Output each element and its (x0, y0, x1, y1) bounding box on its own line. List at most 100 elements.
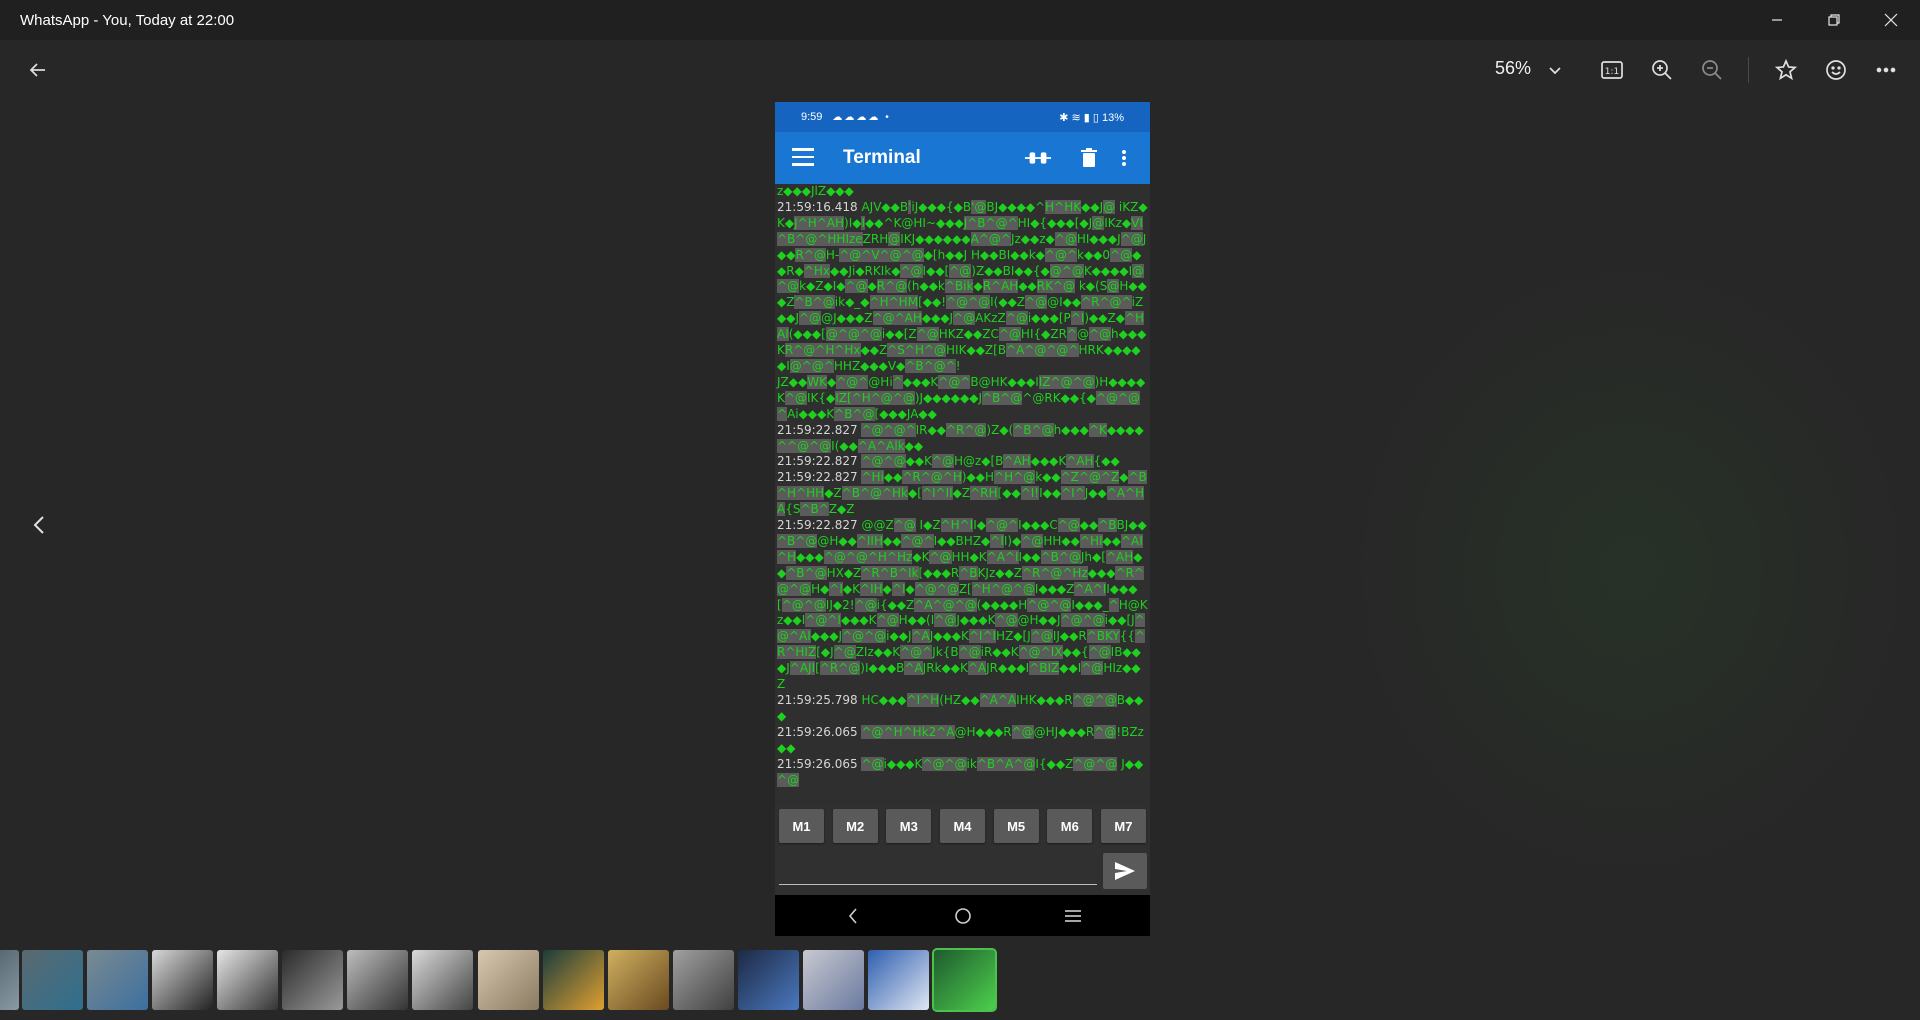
minimize-button[interactable] (1752, 0, 1802, 40)
terminal-data: )I◆ (844, 215, 862, 230)
terminal-data: ^@ (1057, 518, 1080, 533)
actual-size-button[interactable]: 1:1 (1594, 52, 1630, 88)
thumbnail[interactable] (543, 950, 604, 1010)
terminal-data: IKz◆ (1104, 215, 1132, 230)
thumbnail[interactable] (0, 950, 19, 1010)
terminal-data: HI◆◆◆J (1076, 231, 1121, 246)
connect-icon[interactable] (1024, 146, 1052, 170)
thumbnail[interactable] (608, 950, 669, 1010)
message-input[interactable] (779, 884, 1097, 885)
terminal-data: )J◆◆◆◆◆◆J (914, 390, 982, 405)
terminal-output[interactable]: z◆◆◆JlZ◆◆◆ 21:59:16.418 AJV◆◆B'iJ◆◆◆{◆B'@… (775, 184, 1150, 804)
terminal-data: AJV◆◆B (857, 199, 909, 214)
terminal-data: ^H^@^@ (971, 581, 1035, 596)
terminal-data: ◆◆Z◆ (1089, 311, 1125, 326)
terminal-data: ^@^ (900, 645, 933, 660)
thumbnail[interactable] (478, 950, 539, 1010)
terminal-data: ^@^I (805, 613, 841, 628)
macro-button-m3[interactable]: M3 (886, 809, 932, 843)
terminal-data: ◆K (912, 549, 930, 564)
react-button[interactable] (1818, 52, 1854, 88)
terminal-data: ^I^ (1061, 486, 1085, 501)
close-icon (1884, 13, 1898, 27)
terminal-data: ^@ (1110, 247, 1133, 262)
previous-image-button[interactable] (24, 510, 54, 540)
terminal-data: I◆◆BHZ◆ (933, 533, 991, 548)
thumbnail[interactable] (803, 950, 864, 1010)
terminal-data: ^@ (1030, 629, 1053, 644)
thumbnail[interactable] (22, 950, 83, 1010)
macro-button-m1[interactable]: M1 (779, 809, 824, 843)
nav-back-icon[interactable] (843, 907, 863, 925)
terminal-data: ^@ (953, 311, 976, 326)
terminal-data: i◆◆[Z (881, 327, 917, 342)
overflow-menu-icon[interactable] (1110, 146, 1138, 170)
nav-menu-icon[interactable] (1063, 907, 1083, 925)
terminal-data: iJ◆◆◆{◆B (911, 199, 972, 214)
terminal-data: ^H^@ (994, 470, 1036, 485)
window-title: WhatsApp - You, Today at 22:00 (20, 11, 235, 29)
terminal-data: H◆◆(I (898, 613, 935, 628)
signal-icons: ✱ ≋ ▮ ▯ (1059, 112, 1102, 124)
terminal-data: J◆◆ (1117, 756, 1144, 771)
terminal-data: ^I^H (906, 693, 940, 707)
close-button[interactable] (1866, 0, 1916, 40)
thumbnail[interactable] (412, 950, 473, 1010)
terminal-data: i◆◆◆K (883, 756, 923, 771)
terminal-data: ^@^ (901, 533, 934, 548)
thumbnail[interactable] (738, 950, 799, 1010)
terminal-data: ◆◆K (905, 454, 932, 469)
terminal-data: I◆◆◆_ (1071, 597, 1109, 612)
thumbnail[interactable] (217, 950, 278, 1010)
terminal-data: ik (966, 756, 977, 771)
nav-home-icon[interactable] (953, 907, 973, 925)
favorite-button[interactable] (1768, 52, 1804, 88)
thumbnail[interactable] (87, 950, 148, 1010)
thumbnail[interactable] (868, 950, 929, 1010)
terminal-data: ^@^ (1044, 247, 1077, 262)
zoom-level[interactable]: 56% (1495, 58, 1531, 79)
macro-button-m4[interactable]: M4 (939, 809, 985, 843)
terminal-data: ◆◆I (1059, 661, 1082, 676)
thumbnail-strip (0, 948, 1920, 1012)
terminal-data: ^@ (916, 327, 939, 342)
terminal-data: ^Hx (803, 263, 830, 278)
menu-icon[interactable] (792, 148, 814, 168)
terminal-data: IZ[^H^@^@ (835, 390, 915, 405)
macro-button-m2[interactable]: M2 (832, 809, 878, 843)
zoom-out-button[interactable] (1694, 52, 1730, 88)
terminal-data: RK^@ (1036, 279, 1076, 294)
zoom-dropdown-button[interactable] (1537, 52, 1573, 88)
macro-button-m7[interactable]: M7 (1100, 809, 1146, 843)
zoom-in-button[interactable] (1644, 52, 1680, 88)
back-button[interactable] (20, 52, 56, 88)
terminal-data: ^@^ (836, 374, 869, 389)
terminal-data: I◆◆◆C (1018, 518, 1058, 533)
terminal-data: i◆◆[J (1104, 613, 1135, 628)
thumbnail[interactable] (282, 950, 343, 1010)
macro-button-m5[interactable]: M5 (993, 809, 1039, 843)
terminal-data: IZ^@^@ (1038, 374, 1095, 389)
restore-button[interactable] (1809, 0, 1859, 40)
thumbnail[interactable] (673, 950, 734, 1010)
terminal-data: AKzZ (975, 311, 1006, 326)
thumbnail[interactable] (347, 950, 408, 1010)
more-options-button[interactable] (1868, 52, 1904, 88)
thumbnail[interactable] (932, 948, 997, 1012)
actual-size-icon: 1:1 (1601, 61, 1623, 79)
terminal-data: HKZ◆◆ZC (938, 327, 999, 342)
terminal-data: H- (825, 247, 840, 262)
terminal-data: ^R^@^H (902, 470, 962, 485)
terminal-data: ^ (1066, 327, 1077, 342)
terminal-data: ^@ (958, 645, 981, 660)
send-button[interactable] (1103, 853, 1147, 889)
thumbnail[interactable] (152, 950, 213, 1010)
terminal-data: IHK◆◆◆R (1016, 693, 1073, 707)
macro-button-m6[interactable]: M6 (1047, 809, 1093, 843)
terminal-data: )Z◆◆BI◆◆{◆ (971, 263, 1050, 278)
terminal-data: ^A^@^@^ (1006, 343, 1079, 358)
terminal-data: ^@ (1025, 295, 1048, 310)
delete-icon[interactable] (1075, 146, 1103, 170)
terminal-data: ^@^@ (1027, 597, 1072, 612)
terminal-data: B◆ (1116, 693, 1135, 707)
